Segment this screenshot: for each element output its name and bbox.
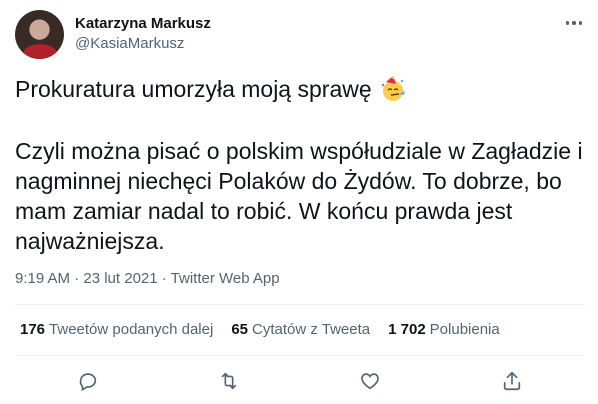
tweet-text: Prokuratura umorzyła moją sprawę Czyli m… bbox=[15, 74, 585, 256]
stat-quotes[interactable]: 65 Cytatów z Tweeta bbox=[231, 321, 370, 338]
stat-quotes-label: Cytatów z Tweeta bbox=[252, 321, 371, 338]
party-face-emoji bbox=[380, 76, 406, 102]
stat-retweets-count: 176 bbox=[20, 321, 46, 338]
avatar[interactable] bbox=[15, 10, 64, 59]
tweet-card: Katarzyna Markusz @KasiaMarkusz Prokurat… bbox=[0, 0, 598, 404]
action-bar bbox=[0, 366, 598, 396]
stat-likes-count: 1 702 bbox=[388, 321, 426, 338]
like-icon[interactable] bbox=[357, 368, 383, 394]
tweet-stats: 176 Tweetów podanych dalej 65 Cytatów z Tw… bbox=[20, 321, 518, 338]
stat-retweets-label: Tweetów podanych dalej bbox=[49, 321, 214, 338]
stat-quotes-count: 65 bbox=[231, 321, 248, 338]
tweet-line-1: Prokuratura umorzyła moją sprawę bbox=[15, 74, 585, 104]
tweet-paragraph-2: Czyli można pisać o polskim współudziale… bbox=[15, 138, 583, 254]
author-handle[interactable]: @KasiaMarkusz bbox=[75, 35, 184, 52]
more-icon[interactable] bbox=[563, 12, 585, 34]
tweet-line-1-text: Prokuratura umorzyła moją sprawę bbox=[15, 76, 372, 102]
divider bbox=[15, 355, 585, 356]
divider bbox=[15, 304, 585, 305]
author-name[interactable]: Katarzyna Markusz bbox=[75, 15, 211, 32]
stat-likes[interactable]: 1 702 Polubienia bbox=[388, 321, 500, 338]
reply-icon[interactable] bbox=[75, 368, 101, 394]
retweet-icon[interactable] bbox=[216, 368, 242, 394]
tweet-meta[interactable]: 9:19 AM · 23 lut 2021 · Twitter Web App bbox=[15, 270, 280, 287]
stat-retweets[interactable]: 176 Tweetów podanych dalej bbox=[20, 321, 213, 338]
share-icon[interactable] bbox=[499, 368, 525, 394]
stat-likes-label: Polubienia bbox=[429, 321, 500, 338]
